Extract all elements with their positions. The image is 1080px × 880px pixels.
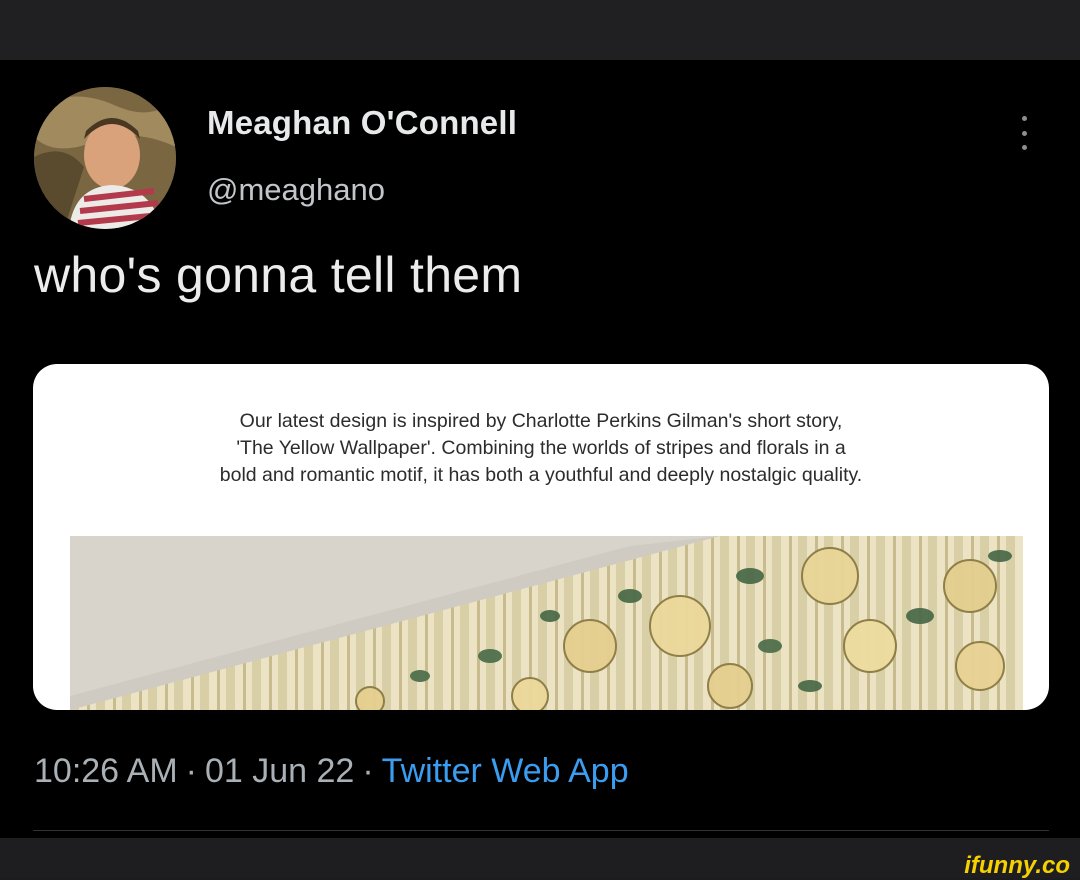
tweet-date[interactable]: 01 Jun 22 [205,752,354,790]
divider [33,830,1049,831]
wallpaper-photo [70,536,1023,710]
caption-line: bold and romantic motif, it has both a y… [219,464,863,486]
avatar-image [34,87,176,229]
separator: · [185,752,197,790]
top-bar [0,0,1080,60]
avatar[interactable] [34,87,176,229]
more-dot [1021,130,1027,136]
more-dot [1021,116,1027,121]
author-handle[interactable]: @meaghano [207,172,385,208]
author-name[interactable]: Meaghan O'Connell [207,104,517,142]
caption-line: 'The Yellow Wallpaper'. Combining the wo… [236,437,846,459]
card-caption: Our latest design is inspired by Charlot… [33,408,1049,489]
source-app-link[interactable]: Twitter Web App [382,752,629,790]
caption-line: Our latest design is inspired by Charlot… [239,410,843,432]
more-options-icon[interactable] [1010,110,1038,156]
bottom-bar [0,838,1080,878]
tweet-text: who's gonna tell them [34,247,523,303]
tweet-meta: 10:26 AM · 01 Jun 22 · Twitter Web App [34,752,629,791]
tweet-time[interactable]: 10:26 AM [34,752,178,790]
more-dot [1021,145,1027,150]
media-card[interactable]: Our latest design is inspired by Charlot… [33,364,1049,710]
separator: · [362,752,374,790]
watermark-logo: ifunny.co [964,852,1070,879]
